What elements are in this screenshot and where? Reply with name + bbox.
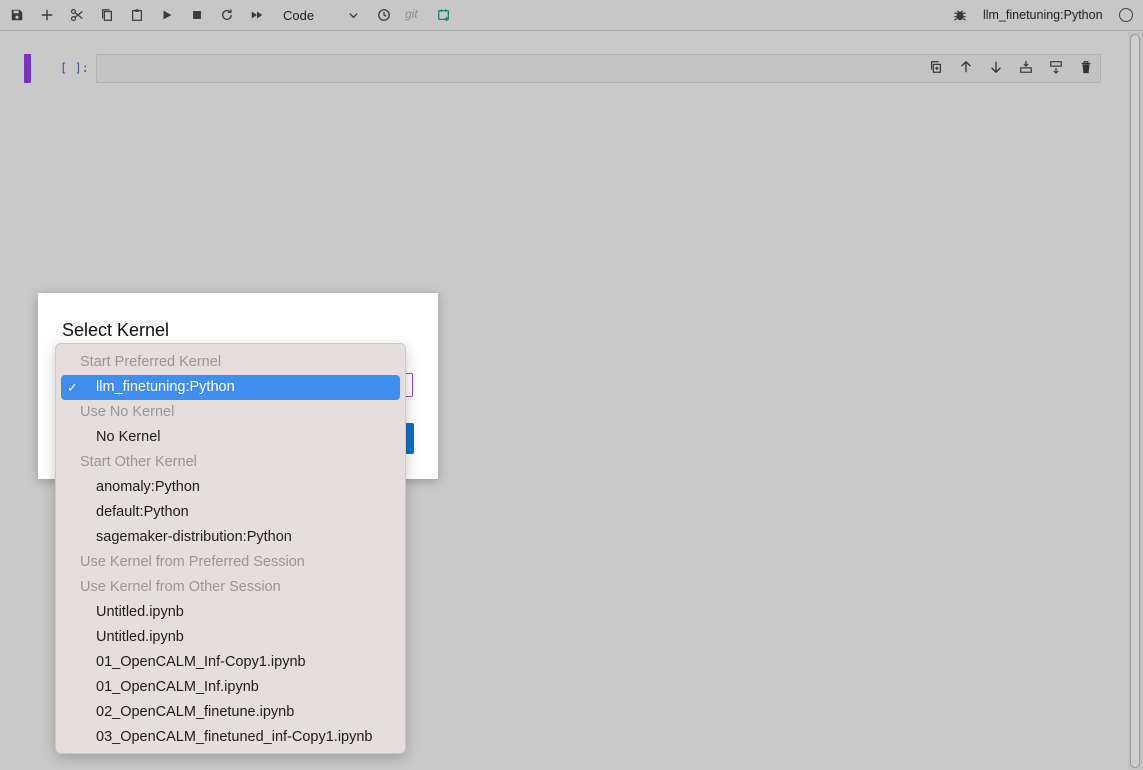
menu-row-label: Start Preferred Kernel	[80, 354, 222, 370]
menu-row-label: Use Kernel from Preferred Session	[80, 554, 305, 570]
menu-item[interactable]: Untitled.ipynb	[56, 625, 405, 650]
menu-item[interactable]: Untitled.ipynb	[56, 600, 405, 625]
dialog-title: Select Kernel	[62, 320, 170, 340]
menu-group-header: Start Other Kernel	[56, 450, 405, 475]
chevron-down-icon	[349, 12, 358, 18]
menu-group-header: Start Preferred Kernel	[56, 350, 405, 375]
schedule-icon[interactable]	[433, 4, 455, 26]
menu-item[interactable]: 02_OpenCALM_finetune.ipynb	[56, 700, 405, 725]
add-icon[interactable]	[36, 4, 58, 26]
menu-item[interactable]: anomaly:Python	[56, 475, 405, 500]
scrollbar-thumb[interactable]	[1130, 34, 1140, 768]
run-icon[interactable]	[156, 4, 178, 26]
menu-row-label: llm_finetuning:Python	[96, 379, 235, 395]
notebook-toolbar: Code git llm_finetuning:Python	[0, 0, 1143, 31]
select-button[interactable]	[405, 423, 414, 454]
debugger-icon[interactable]	[949, 4, 971, 26]
menu-row-label: 01_OpenCALM_Inf-Copy1.ipynb	[96, 654, 306, 670]
paste-icon[interactable]	[126, 4, 148, 26]
checkmark-icon: ✓	[67, 380, 78, 395]
menu-item[interactable]: default:Python	[56, 500, 405, 525]
move-down-icon[interactable]	[986, 57, 1006, 77]
menu-row-label: 01_OpenCALM_Inf.ipynb	[96, 679, 259, 695]
menu-row-label: Use No Kernel	[80, 404, 175, 420]
save-icon[interactable]	[6, 4, 28, 26]
insert-above-icon[interactable]	[1046, 57, 1066, 77]
move-up-icon[interactable]	[956, 57, 976, 77]
cell-prompt: [ ]:	[60, 61, 89, 75]
clock-icon[interactable]	[373, 4, 395, 26]
restart-icon[interactable]	[216, 4, 238, 26]
menu-row-label: default:Python	[96, 504, 189, 520]
menu-row-label: 03_OpenCALM_finetuned_inf-Copy1.ipynb	[96, 729, 373, 745]
menu-item[interactable]: 01_OpenCALM_Inf-Copy1.ipynb	[56, 650, 405, 675]
kernel-status-icon	[1119, 8, 1133, 22]
delete-icon[interactable]	[1076, 57, 1096, 77]
active-cell-marker	[24, 54, 31, 83]
menu-item[interactable]: sagemaker-distribution:Python	[56, 525, 405, 550]
menu-item[interactable]: 01_OpenCALM_Inf.ipynb	[56, 675, 405, 700]
menu-group-header: Use No Kernel	[56, 400, 405, 425]
menu-row-label: Untitled.ipynb	[96, 604, 184, 620]
menu-row-label: Start Other Kernel	[80, 454, 197, 470]
menu-item[interactable]: No Kernel	[56, 425, 405, 450]
menu-group-header: Use Kernel from Preferred Session	[56, 550, 405, 575]
menu-row-label: sagemaker-distribution:Python	[96, 529, 292, 545]
menu-row-label: Untitled.ipynb	[96, 629, 184, 645]
kernel-dropdown-menu: Start Preferred Kernel ✓ llm_finetuning:Py…	[55, 343, 406, 754]
git-icon[interactable]: git	[405, 7, 418, 21]
menu-row-label: No Kernel	[96, 429, 161, 445]
menu-row-label: Use Kernel from Other Session	[80, 579, 281, 595]
menu-item[interactable]: 03_OpenCALM_finetuned_inf-Copy1.ipynb	[56, 725, 405, 750]
menu-row-label: 02_OpenCALM_finetune.ipynb	[96, 704, 295, 720]
menu-item-selected[interactable]: ✓ llm_finetuning:Python	[61, 375, 400, 400]
menu-row-label: anomaly:Python	[96, 479, 200, 495]
cell-type-label: Code	[283, 7, 315, 23]
duplicate-icon[interactable]	[926, 57, 946, 77]
notebook-window: Code git llm_finetuning:Python [ ]: Sele…	[0, 0, 1143, 770]
cell-type-select[interactable]: Code	[277, 3, 363, 27]
stop-icon[interactable]	[186, 4, 208, 26]
insert-below-icon[interactable]	[1016, 57, 1036, 77]
kernel-name-label[interactable]: llm_finetuning:Python	[983, 8, 1103, 22]
menu-group-header: Use Kernel from Other Session	[56, 575, 405, 600]
cut-icon[interactable]	[66, 4, 88, 26]
copy-icon[interactable]	[96, 4, 118, 26]
fast-forward-icon[interactable]	[246, 4, 268, 26]
code-cell-input[interactable]	[96, 54, 1101, 83]
